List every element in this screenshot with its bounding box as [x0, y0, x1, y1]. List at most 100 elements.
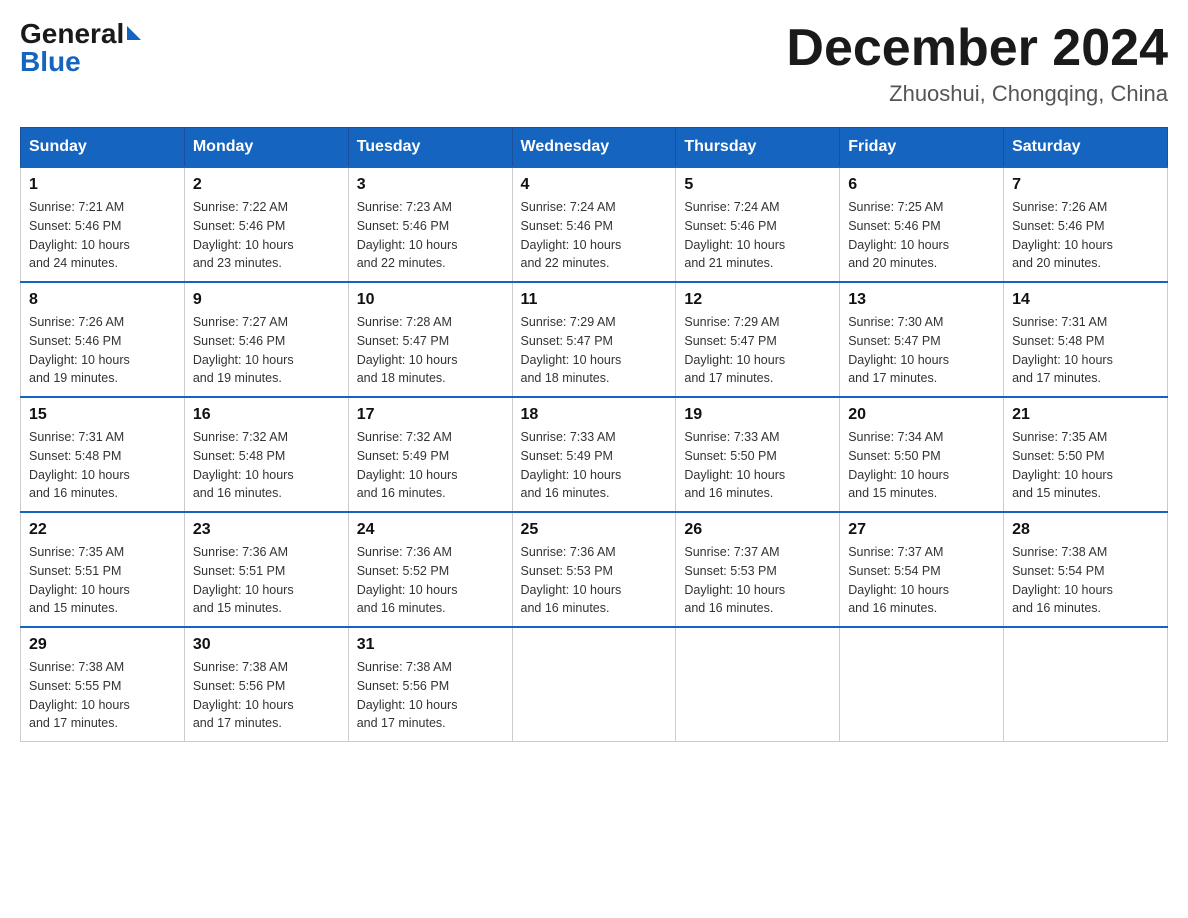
- day-info: Sunrise: 7:31 AM Sunset: 5:48 PM Dayligh…: [1012, 313, 1159, 388]
- day-info: Sunrise: 7:35 AM Sunset: 5:51 PM Dayligh…: [29, 543, 176, 618]
- day-number: 17: [357, 406, 504, 424]
- calendar-week-row: 8 Sunrise: 7:26 AM Sunset: 5:46 PM Dayli…: [21, 282, 1168, 397]
- table-row: 4 Sunrise: 7:24 AM Sunset: 5:46 PM Dayli…: [512, 167, 676, 282]
- calendar-table: Sunday Monday Tuesday Wednesday Thursday…: [20, 127, 1168, 742]
- day-number: 14: [1012, 291, 1159, 309]
- day-number: 16: [193, 406, 340, 424]
- day-number: 2: [193, 176, 340, 194]
- day-number: 27: [848, 521, 995, 539]
- day-number: 9: [193, 291, 340, 309]
- table-row: 22 Sunrise: 7:35 AM Sunset: 5:51 PM Dayl…: [21, 512, 185, 627]
- table-row: 25 Sunrise: 7:36 AM Sunset: 5:53 PM Dayl…: [512, 512, 676, 627]
- table-row: 17 Sunrise: 7:32 AM Sunset: 5:49 PM Dayl…: [348, 397, 512, 512]
- table-row: 20 Sunrise: 7:34 AM Sunset: 5:50 PM Dayl…: [840, 397, 1004, 512]
- day-info: Sunrise: 7:38 AM Sunset: 5:56 PM Dayligh…: [193, 658, 340, 733]
- day-info: Sunrise: 7:22 AM Sunset: 5:46 PM Dayligh…: [193, 198, 340, 273]
- header-monday: Monday: [184, 128, 348, 168]
- day-number: 6: [848, 176, 995, 194]
- header-sunday: Sunday: [21, 128, 185, 168]
- calendar-week-row: 29 Sunrise: 7:38 AM Sunset: 5:55 PM Dayl…: [21, 627, 1168, 742]
- day-number: 15: [29, 406, 176, 424]
- day-number: 29: [29, 636, 176, 654]
- table-row: 10 Sunrise: 7:28 AM Sunset: 5:47 PM Dayl…: [348, 282, 512, 397]
- day-info: Sunrise: 7:26 AM Sunset: 5:46 PM Dayligh…: [1012, 198, 1159, 273]
- day-number: 19: [684, 406, 831, 424]
- calendar-week-row: 15 Sunrise: 7:31 AM Sunset: 5:48 PM Dayl…: [21, 397, 1168, 512]
- day-number: 30: [193, 636, 340, 654]
- table-row: 11 Sunrise: 7:29 AM Sunset: 5:47 PM Dayl…: [512, 282, 676, 397]
- day-info: Sunrise: 7:38 AM Sunset: 5:55 PM Dayligh…: [29, 658, 176, 733]
- day-number: 20: [848, 406, 995, 424]
- table-row: 30 Sunrise: 7:38 AM Sunset: 5:56 PM Dayl…: [184, 627, 348, 742]
- day-number: 21: [1012, 406, 1159, 424]
- day-info: Sunrise: 7:27 AM Sunset: 5:46 PM Dayligh…: [193, 313, 340, 388]
- logo-triangle-icon: [127, 26, 141, 40]
- table-row: 9 Sunrise: 7:27 AM Sunset: 5:46 PM Dayli…: [184, 282, 348, 397]
- header-thursday: Thursday: [676, 128, 840, 168]
- table-row: 3 Sunrise: 7:23 AM Sunset: 5:46 PM Dayli…: [348, 167, 512, 282]
- day-number: 11: [521, 291, 668, 309]
- day-number: 24: [357, 521, 504, 539]
- table-row: 13 Sunrise: 7:30 AM Sunset: 5:47 PM Dayl…: [840, 282, 1004, 397]
- logo-general-text: General: [20, 20, 124, 48]
- header-tuesday: Tuesday: [348, 128, 512, 168]
- table-row: 16 Sunrise: 7:32 AM Sunset: 5:48 PM Dayl…: [184, 397, 348, 512]
- day-info: Sunrise: 7:29 AM Sunset: 5:47 PM Dayligh…: [684, 313, 831, 388]
- day-info: Sunrise: 7:32 AM Sunset: 5:49 PM Dayligh…: [357, 428, 504, 503]
- month-title: December 2024: [786, 20, 1168, 77]
- table-row: 26 Sunrise: 7:37 AM Sunset: 5:53 PM Dayl…: [676, 512, 840, 627]
- table-row: [1004, 627, 1168, 742]
- day-info: Sunrise: 7:21 AM Sunset: 5:46 PM Dayligh…: [29, 198, 176, 273]
- day-info: Sunrise: 7:29 AM Sunset: 5:47 PM Dayligh…: [521, 313, 668, 388]
- day-number: 26: [684, 521, 831, 539]
- day-info: Sunrise: 7:34 AM Sunset: 5:50 PM Dayligh…: [848, 428, 995, 503]
- day-number: 22: [29, 521, 176, 539]
- day-number: 23: [193, 521, 340, 539]
- day-info: Sunrise: 7:32 AM Sunset: 5:48 PM Dayligh…: [193, 428, 340, 503]
- header-wednesday: Wednesday: [512, 128, 676, 168]
- day-number: 10: [357, 291, 504, 309]
- calendar-week-row: 22 Sunrise: 7:35 AM Sunset: 5:51 PM Dayl…: [21, 512, 1168, 627]
- title-block: December 2024 Zhuoshui, Chongqing, China: [786, 20, 1168, 107]
- logo-blue-text: Blue: [20, 46, 81, 77]
- day-info: Sunrise: 7:36 AM Sunset: 5:53 PM Dayligh…: [521, 543, 668, 618]
- table-row: 24 Sunrise: 7:36 AM Sunset: 5:52 PM Dayl…: [348, 512, 512, 627]
- table-row: 29 Sunrise: 7:38 AM Sunset: 5:55 PM Dayl…: [21, 627, 185, 742]
- day-info: Sunrise: 7:31 AM Sunset: 5:48 PM Dayligh…: [29, 428, 176, 503]
- day-info: Sunrise: 7:23 AM Sunset: 5:46 PM Dayligh…: [357, 198, 504, 273]
- logo: General Blue: [20, 20, 141, 76]
- day-number: 3: [357, 176, 504, 194]
- day-number: 5: [684, 176, 831, 194]
- day-number: 8: [29, 291, 176, 309]
- day-info: Sunrise: 7:38 AM Sunset: 5:56 PM Dayligh…: [357, 658, 504, 733]
- day-info: Sunrise: 7:38 AM Sunset: 5:54 PM Dayligh…: [1012, 543, 1159, 618]
- day-info: Sunrise: 7:35 AM Sunset: 5:50 PM Dayligh…: [1012, 428, 1159, 503]
- day-info: Sunrise: 7:24 AM Sunset: 5:46 PM Dayligh…: [684, 198, 831, 273]
- day-info: Sunrise: 7:25 AM Sunset: 5:46 PM Dayligh…: [848, 198, 995, 273]
- table-row: [512, 627, 676, 742]
- table-row: 31 Sunrise: 7:38 AM Sunset: 5:56 PM Dayl…: [348, 627, 512, 742]
- table-row: 21 Sunrise: 7:35 AM Sunset: 5:50 PM Dayl…: [1004, 397, 1168, 512]
- day-info: Sunrise: 7:33 AM Sunset: 5:49 PM Dayligh…: [521, 428, 668, 503]
- day-info: Sunrise: 7:26 AM Sunset: 5:46 PM Dayligh…: [29, 313, 176, 388]
- header-friday: Friday: [840, 128, 1004, 168]
- table-row: 7 Sunrise: 7:26 AM Sunset: 5:46 PM Dayli…: [1004, 167, 1168, 282]
- table-row: 27 Sunrise: 7:37 AM Sunset: 5:54 PM Dayl…: [840, 512, 1004, 627]
- day-info: Sunrise: 7:24 AM Sunset: 5:46 PM Dayligh…: [521, 198, 668, 273]
- table-row: 23 Sunrise: 7:36 AM Sunset: 5:51 PM Dayl…: [184, 512, 348, 627]
- table-row: 18 Sunrise: 7:33 AM Sunset: 5:49 PM Dayl…: [512, 397, 676, 512]
- table-row: 28 Sunrise: 7:38 AM Sunset: 5:54 PM Dayl…: [1004, 512, 1168, 627]
- day-info: Sunrise: 7:33 AM Sunset: 5:50 PM Dayligh…: [684, 428, 831, 503]
- page-header: General Blue December 2024 Zhuoshui, Cho…: [20, 20, 1168, 107]
- table-row: 8 Sunrise: 7:26 AM Sunset: 5:46 PM Dayli…: [21, 282, 185, 397]
- day-number: 4: [521, 176, 668, 194]
- day-number: 13: [848, 291, 995, 309]
- day-info: Sunrise: 7:37 AM Sunset: 5:54 PM Dayligh…: [848, 543, 995, 618]
- table-row: [840, 627, 1004, 742]
- day-number: 25: [521, 521, 668, 539]
- day-info: Sunrise: 7:36 AM Sunset: 5:52 PM Dayligh…: [357, 543, 504, 618]
- day-info: Sunrise: 7:28 AM Sunset: 5:47 PM Dayligh…: [357, 313, 504, 388]
- table-row: 1 Sunrise: 7:21 AM Sunset: 5:46 PM Dayli…: [21, 167, 185, 282]
- calendar-header-row: Sunday Monday Tuesday Wednesday Thursday…: [21, 128, 1168, 168]
- day-info: Sunrise: 7:30 AM Sunset: 5:47 PM Dayligh…: [848, 313, 995, 388]
